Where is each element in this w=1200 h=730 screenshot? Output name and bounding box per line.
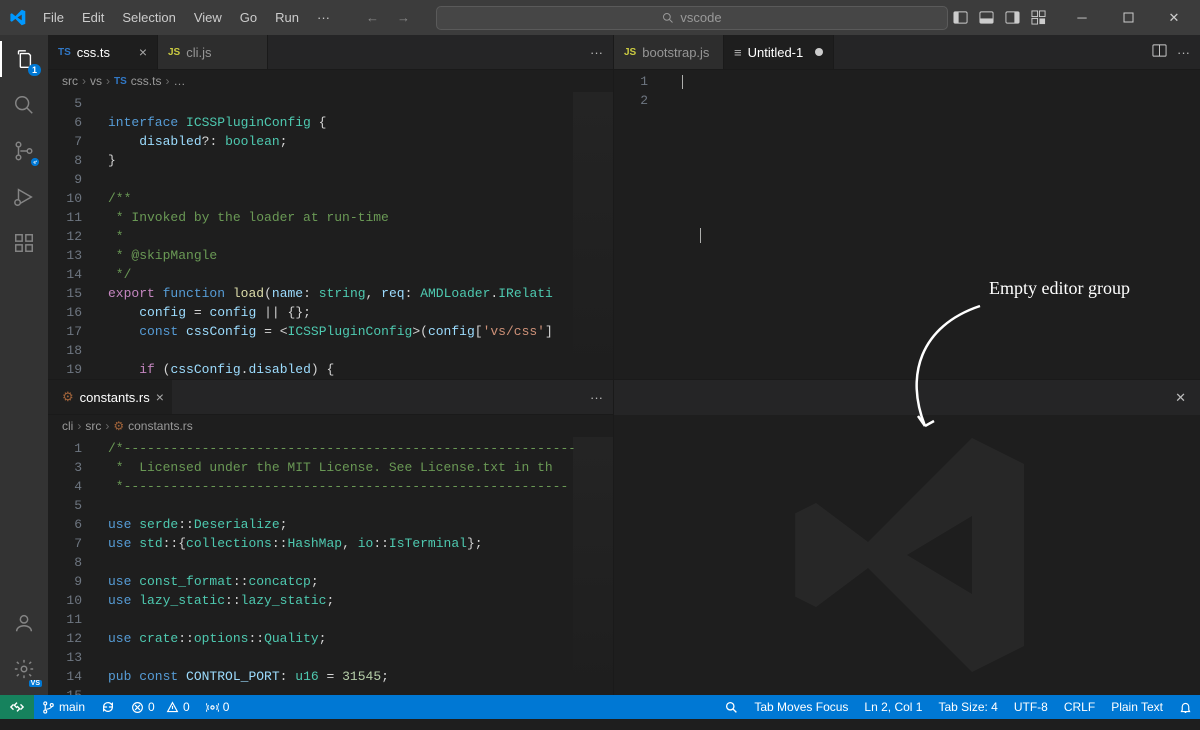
window-maximize[interactable] xyxy=(1106,1,1150,35)
activity-account-icon[interactable] xyxy=(10,609,38,637)
layout-customize-icon[interactable] xyxy=(1026,6,1050,30)
status-encoding[interactable]: UTF-8 xyxy=(1006,700,1056,714)
more-icon[interactable]: ··· xyxy=(590,45,603,60)
window-close[interactable]: ✕ xyxy=(1152,1,1196,35)
tab-constants-rs[interactable]: ⚙ constants.rs × xyxy=(48,380,172,414)
menu-view[interactable]: View xyxy=(186,6,230,29)
status-branch[interactable]: main xyxy=(34,700,93,714)
plaintext-icon: ≡ xyxy=(734,45,742,60)
close-icon[interactable]: × xyxy=(156,389,164,405)
status-sync[interactable] xyxy=(93,700,123,714)
editor-bottom-left[interactable]: 1345678910111213141516 /*---------------… xyxy=(48,437,613,695)
activity-scm-icon[interactable] xyxy=(10,137,38,165)
activity-debug-icon[interactable] xyxy=(10,183,38,211)
more-icon[interactable]: ··· xyxy=(1177,45,1190,60)
menu-selection[interactable]: Selection xyxy=(114,6,183,29)
menu-file[interactable]: File xyxy=(35,6,72,29)
split-editor-icon[interactable] xyxy=(1152,43,1167,61)
status-cursor-position[interactable]: Ln 2, Col 1 xyxy=(856,700,930,714)
tabbar-bottom-left: ⚙ constants.rs × ··· xyxy=(48,380,613,415)
tabbar-top-left: TS css.ts × JS cli.js ··· xyxy=(48,35,613,70)
close-icon[interactable]: × xyxy=(139,44,147,60)
tab-label: cli.js xyxy=(186,45,211,60)
breadcrumb-top-left[interactable]: src› vs› TS css.ts› … xyxy=(48,70,613,92)
annotation-arrow-icon xyxy=(880,296,1000,446)
activity-explorer-icon[interactable]: 1 xyxy=(10,45,38,73)
menu-overflow[interactable]: ··· xyxy=(309,6,338,29)
vscode-logo-icon xyxy=(0,9,35,26)
activity-search-icon[interactable] xyxy=(10,91,38,119)
menubar: File Edit Selection View Go Run ··· xyxy=(35,6,338,29)
status-language-mode[interactable]: Plain Text xyxy=(1103,700,1171,714)
menu-run[interactable]: Run xyxy=(267,6,307,29)
activity-extensions-icon[interactable] xyxy=(10,229,38,257)
command-center-text: vscode xyxy=(680,10,721,25)
rust-icon: ⚙ xyxy=(62,389,74,405)
breadcrumb-bottom-left[interactable]: cli› src› ⚙ constants.rs xyxy=(48,415,613,437)
tab-bootstrap-js[interactable]: JS bootstrap.js xyxy=(614,35,724,69)
titlebar: File Edit Selection View Go Run ··· ← → … xyxy=(0,0,1200,35)
tab-label: css.ts xyxy=(77,45,110,60)
status-tab-size[interactable]: Tab Size: 4 xyxy=(930,700,1005,714)
layout-sidebar-right-icon[interactable] xyxy=(1000,6,1024,30)
javascript-icon: JS xyxy=(624,47,636,58)
dirty-indicator-icon xyxy=(815,48,823,56)
status-eol[interactable]: CRLF xyxy=(1056,700,1103,714)
status-ports[interactable]: 0 xyxy=(198,700,238,714)
javascript-icon: JS xyxy=(168,47,180,58)
tabbar-top-right: JS bootstrap.js ≡ Untitled-1 ··· xyxy=(614,35,1200,70)
command-center[interactable]: vscode xyxy=(436,6,948,30)
tab-cli-js[interactable]: JS cli.js xyxy=(158,35,268,69)
minimap[interactable] xyxy=(573,92,613,379)
vscode-watermark-icon xyxy=(777,425,1037,685)
rust-icon: ⚙ xyxy=(113,419,124,433)
typescript-icon: TS xyxy=(114,76,127,87)
window-minimize[interactable]: ─ xyxy=(1060,1,1104,35)
nav-forward-icon[interactable]: → xyxy=(397,10,410,25)
remote-indicator[interactable] xyxy=(0,695,34,719)
status-search-icon[interactable] xyxy=(717,700,746,714)
menu-go[interactable]: Go xyxy=(232,6,265,29)
statusbar: main 0 0 0 Tab Moves Focus Ln 2, Col 1 T… xyxy=(0,695,1200,719)
tab-untitled-1[interactable]: ≡ Untitled-1 xyxy=(724,35,834,69)
tab-label: bootstrap.js xyxy=(642,45,709,60)
tab-label: Untitled-1 xyxy=(748,45,804,60)
layout-sidebar-left-icon[interactable] xyxy=(948,6,972,30)
layout-panel-icon[interactable] xyxy=(974,6,998,30)
close-icon[interactable]: ✕ xyxy=(1175,390,1186,406)
status-tab-moves-focus[interactable]: Tab Moves Focus xyxy=(746,700,856,714)
activity-settings-icon[interactable]: VS xyxy=(10,655,38,683)
empty-editor-group[interactable] xyxy=(614,415,1200,695)
explorer-badge: 1 xyxy=(28,64,41,76)
typescript-icon: TS xyxy=(58,47,71,58)
annotation-label: Empty editor group xyxy=(989,278,1130,299)
activitybar: 1 VS xyxy=(0,35,48,695)
nav-back-icon[interactable]: ← xyxy=(366,10,379,25)
status-notifications-icon[interactable] xyxy=(1171,700,1200,714)
menu-edit[interactable]: Edit xyxy=(74,6,112,29)
editor-top-left[interactable]: 567891011121314151617181920 interface IC… xyxy=(48,92,613,379)
tab-css-ts[interactable]: TS css.ts × xyxy=(48,35,158,69)
more-icon[interactable]: ··· xyxy=(590,390,603,405)
tab-label: constants.rs xyxy=(80,390,150,405)
minimap[interactable] xyxy=(573,437,613,695)
cursor xyxy=(682,75,683,89)
secondary-cursor xyxy=(700,228,701,243)
status-problems[interactable]: 0 0 xyxy=(123,700,198,714)
